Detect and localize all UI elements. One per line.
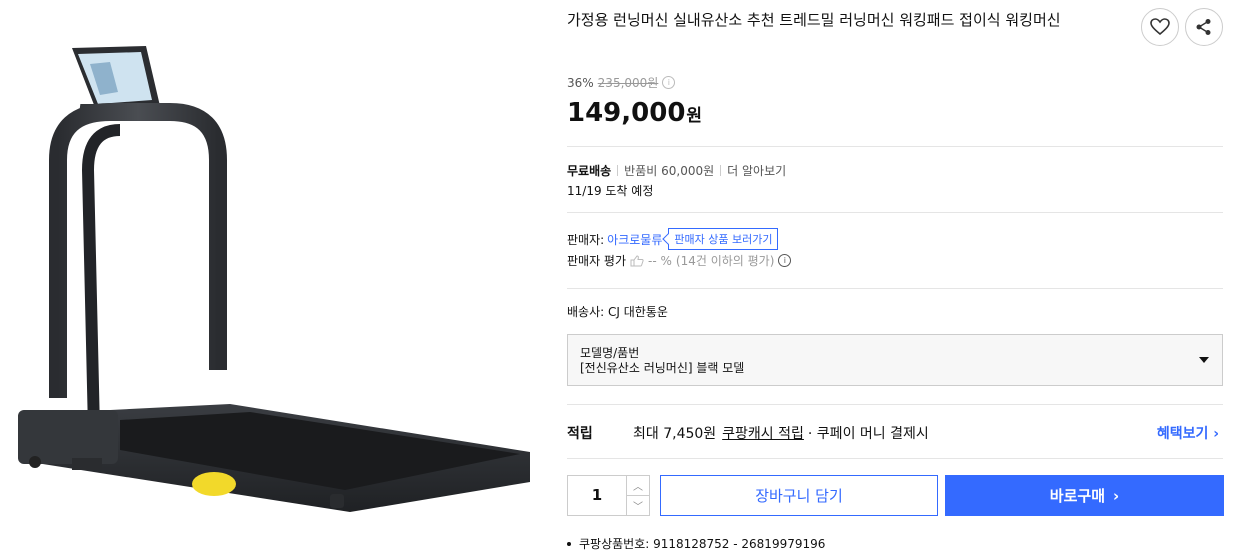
divider: [567, 404, 1223, 405]
buy-now-button[interactable]: 바로구매 ›: [945, 475, 1224, 516]
reward-note: · 쿠페이 머니 결제시: [807, 426, 929, 442]
rating-value: -- %: [648, 253, 672, 268]
thumbs-up-icon: [630, 254, 644, 266]
return-fee: 반품비 60,000원: [624, 164, 715, 178]
quantity-value[interactable]: 1: [568, 476, 626, 515]
benefits-link[interactable]: 혜택보기 ›: [1157, 423, 1219, 443]
seller-label: 판매자:: [567, 232, 605, 247]
seller-rating: 판매자 평가 -- % (14건 이하의 평가) i: [567, 252, 792, 269]
product-code-row: 쿠팡상품번호: 9118128752 - 26819979196: [567, 535, 825, 552]
discount-rate: 36%: [567, 75, 594, 90]
discount-row: 36% 235,000원 i: [567, 74, 676, 91]
seller-name[interactable]: 아크로물류: [607, 231, 662, 248]
carrier-name: CJ 대한통운: [608, 305, 668, 319]
carrier-row: 배송사: CJ 대한통운: [567, 303, 668, 320]
heart-icon: [1150, 18, 1170, 36]
option-value: [전신유산소 러닝머신] 블랙 모델: [580, 361, 745, 375]
sale-price: 149,000 원: [567, 98, 702, 128]
learn-more-link[interactable]: 더 알아보기: [727, 162, 786, 179]
info-icon[interactable]: i: [778, 254, 792, 267]
share-icon: [1196, 19, 1211, 35]
original-price: 235,000원: [597, 76, 659, 90]
coupang-cash-link[interactable]: 쿠팡캐시 적립: [722, 423, 804, 443]
seller-products-link[interactable]: 판매자 상품 보러가기: [668, 228, 779, 250]
rating-note: (14건 이하의 평가): [675, 254, 775, 268]
decrease-icon[interactable]: ﹀: [627, 496, 649, 515]
divider: [567, 146, 1223, 147]
info-icon[interactable]: i: [662, 76, 676, 89]
free-shipping-badge: 무료배송: [567, 164, 612, 178]
divider: [567, 212, 1223, 213]
share-button[interactable]: [1185, 8, 1223, 46]
price-unit: 원: [686, 106, 703, 126]
carrier-label: 배송사:: [567, 305, 605, 319]
add-to-cart-button[interactable]: 장바구니 담기: [660, 475, 938, 516]
increase-icon[interactable]: ︿: [627, 476, 649, 496]
quantity-stepper[interactable]: 1 ︿ ﹀: [567, 475, 650, 516]
option-select[interactable]: 모델명/품번 [전신유산소 러닝머신] 블랙 모델: [567, 334, 1223, 386]
wishlist-button[interactable]: [1141, 8, 1179, 46]
divider: [567, 458, 1223, 459]
product-code: 쿠팡상품번호: 9118128752 - 26819979196: [579, 537, 826, 551]
reward-max: 최대 7,450원: [633, 426, 717, 442]
reward-heading: 적립: [567, 426, 593, 442]
product-image[interactable]: [0, 0, 560, 551]
shipping-info: 무료배송 반품비 60,000원 더 알아보기: [567, 162, 786, 179]
product-title: 가정용 런닝머신 실내유산소 추천 트레드밀 러닝머신 워킹패드 접이식 워킹머…: [567, 11, 1061, 29]
arrival-date: 11/19 도착 예정: [567, 184, 654, 198]
price-value: 149,000: [567, 98, 686, 128]
rating-label: 판매자 평가: [567, 254, 627, 268]
chevron-right-icon: ›: [1113, 486, 1120, 505]
reward-row: 적립 최대 7,450원 쿠팡캐시 적립 · 쿠페이 머니 결제시 혜택보기 ›: [567, 423, 1223, 443]
seller-row: 판매자: 아크로물류 판매자 상품 보러가기: [567, 228, 779, 250]
divider: [567, 288, 1223, 289]
option-label: 모델명/품번: [580, 346, 640, 360]
chevron-down-icon: [1199, 357, 1209, 363]
